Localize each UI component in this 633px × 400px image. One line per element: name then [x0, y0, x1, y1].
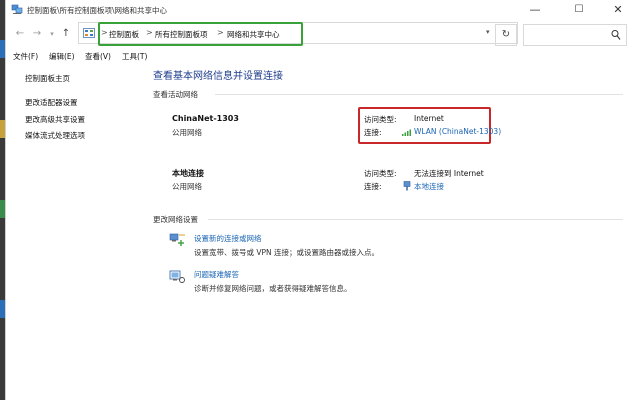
- address-bar[interactable]: > 控制面板 > 所有控制面板项 > 网络和共享中心 ▾: [78, 22, 518, 46]
- network-sharing-center-icon: [11, 4, 23, 14]
- control-panel-home-link[interactable]: 控制面板主页: [25, 73, 70, 84]
- up-arrow-icon[interactable]: ↑: [60, 27, 72, 41]
- connection-label: 连接:: [364, 128, 382, 137]
- close-button[interactable]: ✕: [601, 0, 633, 20]
- back-arrow-icon[interactable]: ←: [14, 27, 26, 41]
- wifi-signal-icon: [402, 129, 411, 136]
- page-heading: 查看基本网络信息并设置连接: [153, 71, 283, 82]
- troubleshoot-desc: 诊断并修复网络问题，或者获得疑难解答信息。: [194, 284, 352, 293]
- active-networks-label: 查看活动网络: [153, 90, 198, 99]
- minimize-button[interactable]: —: [518, 0, 552, 20]
- menu-view[interactable]: 查看(V): [85, 51, 111, 62]
- forward-arrow-icon[interactable]: →: [31, 27, 43, 41]
- troubleshoot-link[interactable]: 问题疑难解答: [194, 269, 239, 280]
- breadcrumb-network-center[interactable]: 网络和共享中心: [227, 29, 280, 40]
- control-panel-icon: [83, 28, 95, 38]
- network-sharing-center-window: 控制面板\所有控制面板项\网络和共享中心 — ☐ ✕ ← → ▾ ↑ > 控制面…: [5, 0, 633, 400]
- main-content: 查看基本网络信息并设置连接 查看活动网络 ChinaNet-1303 公用网络 …: [153, 64, 633, 400]
- navigation-row: ← → ▾ ↑ > 控制面板 > 所有控制面板项 > 网络和共享中心 ▾ ↻: [6, 20, 633, 48]
- media-streaming-options-link[interactable]: 媒体流式处理选项: [25, 130, 85, 141]
- network-type: 公用网络: [172, 128, 202, 137]
- ethernet-icon: [403, 181, 411, 191]
- setup-new-connection-desc: 设置宽带、拨号或 VPN 连接；或设置路由器或接入点。: [194, 248, 380, 257]
- connection-label: 连接:: [364, 182, 382, 191]
- menu-file[interactable]: 文件(F): [13, 51, 38, 62]
- setup-new-connection-link[interactable]: 设置新的连接或网络: [194, 233, 262, 244]
- recent-locations-chevron-icon[interactable]: ▾: [46, 27, 58, 41]
- change-network-settings-label: 更改网络设置: [153, 215, 198, 224]
- new-connection-icon: [169, 233, 185, 246]
- network-type: 公用网络: [172, 182, 202, 191]
- left-navigation-pane: 控制面板主页 更改适配器设置 更改高级共享设置 媒体流式处理选项: [6, 64, 146, 400]
- refresh-icon[interactable]: ↻: [495, 24, 517, 46]
- breadcrumb-separator: >: [146, 28, 153, 37]
- wlan-connection-link[interactable]: WLAN (ChinaNet-1303): [414, 127, 501, 136]
- window-title: 控制面板\所有控制面板项\网络和共享中心: [27, 6, 168, 15]
- search-icon: [611, 30, 621, 40]
- search-input[interactable]: [523, 24, 627, 46]
- address-dropdown-icon[interactable]: ▾: [486, 28, 490, 36]
- network-name: 本地连接: [172, 169, 204, 178]
- local-connection-link[interactable]: 本地连接: [414, 181, 444, 192]
- maximize-button[interactable]: ☐: [562, 0, 596, 20]
- breadcrumb-separator: >: [217, 28, 224, 37]
- change-advanced-sharing-link[interactable]: 更改高级共享设置: [25, 114, 85, 125]
- access-type-value: 无法连接到 Internet: [414, 169, 484, 178]
- access-type-label: 访问类型:: [364, 169, 397, 178]
- troubleshoot-icon: [169, 270, 185, 283]
- section-divider: [215, 94, 623, 95]
- access-type-value: Internet: [414, 114, 444, 123]
- change-adapter-settings-link[interactable]: 更改适配器设置: [25, 97, 78, 108]
- breadcrumb-control-panel[interactable]: 控制面板: [109, 29, 139, 40]
- title-bar: 控制面板\所有控制面板项\网络和共享中心 — ☐ ✕: [6, 0, 633, 20]
- breadcrumb-separator: >: [101, 28, 108, 37]
- menu-edit[interactable]: 编辑(E): [49, 51, 75, 62]
- connection-highlight-box: [358, 107, 491, 144]
- breadcrumb-all-items[interactable]: 所有控制面板项: [155, 29, 208, 40]
- access-type-label: 访问类型:: [364, 115, 397, 124]
- menu-bar: 文件(F) 编辑(E) 查看(V) 工具(T): [6, 50, 633, 64]
- network-name: ChinaNet-1303: [172, 114, 239, 123]
- menu-tools[interactable]: 工具(T): [122, 51, 147, 62]
- section-divider: [208, 219, 623, 220]
